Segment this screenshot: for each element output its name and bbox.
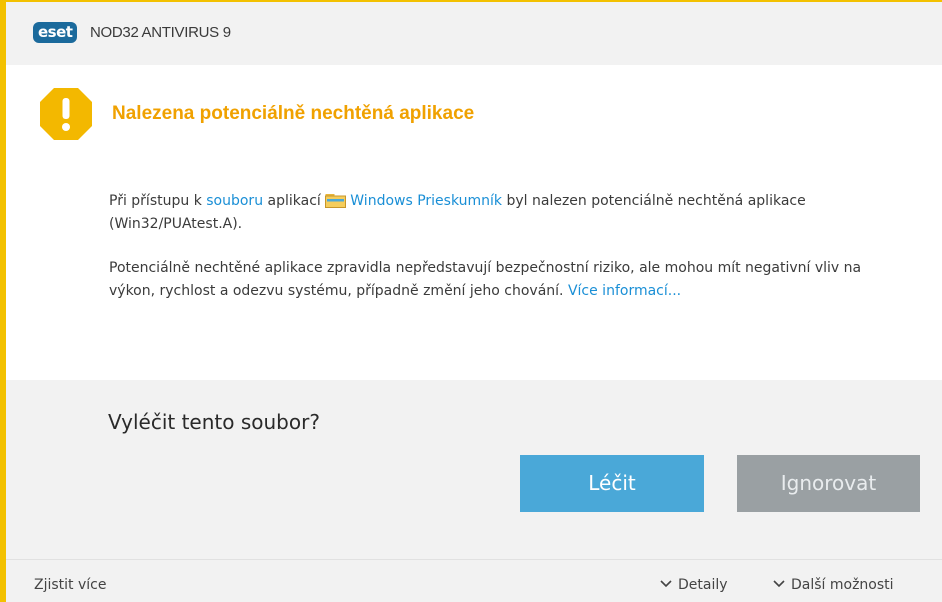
message-text: Potenciálně nechtěné aplikace zpravidla … [109, 260, 862, 299]
alert-message: Při přístupu k souboru aplikací Windows … [109, 190, 909, 324]
alert-title: Nalezena potenciálně nechtěná aplikace [112, 103, 475, 124]
more-info-link[interactable]: Více informací... [568, 283, 681, 299]
action-question: Vyléčit tento soubor? [108, 410, 320, 434]
chevron-down-icon [773, 580, 785, 588]
message-text: aplikací [263, 193, 326, 209]
clean-button[interactable]: Léčit [520, 455, 704, 512]
alert-header: Nalezena potenciálně nechtěná aplikace [38, 86, 918, 146]
footer: Zjistit více Detaily Další možnosti [6, 559, 942, 602]
details-label: Detaily [678, 577, 728, 593]
titlebar: eset NOD32 ANTIVIRUS 9 [6, 2, 942, 65]
message-paragraph-2: Potenciálně nechtěné aplikace zpravidla … [109, 257, 909, 303]
action-panel: Vyléčit tento soubor? Léčit Ignorovat [6, 380, 942, 559]
ignore-button[interactable]: Ignorovat [737, 455, 920, 512]
windows-explorer-icon [325, 194, 347, 208]
more-options-label: Další možnosti [791, 577, 894, 593]
details-toggle[interactable]: Detaily [660, 575, 728, 595]
warning-icon [40, 88, 92, 140]
app-title: NOD32 ANTIVIRUS 9 [90, 24, 231, 41]
chevron-down-icon [660, 580, 672, 588]
message-text: Při přístupu k [109, 193, 207, 209]
app-link[interactable]: Windows Prieskumník [350, 193, 502, 209]
eset-logo: eset [33, 22, 78, 43]
more-options-toggle[interactable]: Další možnosti [773, 575, 894, 595]
eset-alert-window: eset NOD32 ANTIVIRUS 9 Nalezena potenciá… [0, 0, 942, 602]
message-paragraph-1: Při přístupu k souboru aplikací Windows … [109, 190, 909, 236]
learn-more-link[interactable]: Zjistit více [34, 575, 106, 595]
file-link[interactable]: souboru [206, 193, 263, 209]
